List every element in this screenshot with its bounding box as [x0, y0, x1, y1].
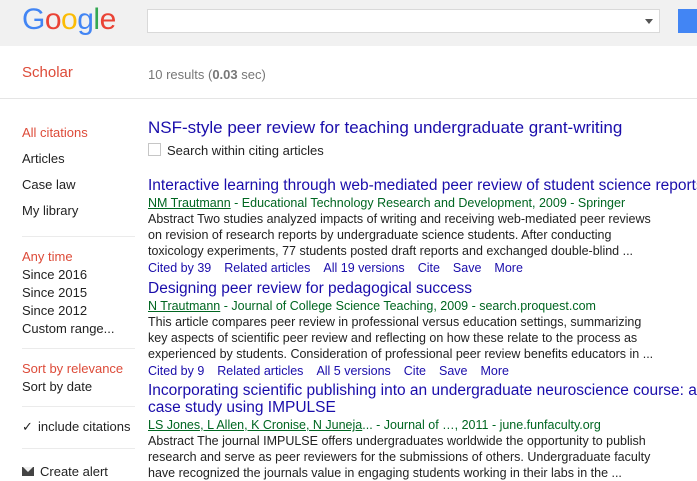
cited-article-title[interactable]: NSF-style peer review for teaching under… [148, 118, 622, 138]
result-snippet-line: on revision of research reports by under… [148, 228, 612, 242]
result-snippet-line: This article compares peer review in pro… [148, 315, 642, 329]
result-meta: N Trautmann - Journal of College Science… [148, 299, 596, 313]
top-bar: Google [0, 0, 697, 46]
result-title[interactable]: Interactive learning through web-mediate… [148, 177, 697, 194]
result-snippet-line: research and serve as peer reviewers for… [148, 450, 651, 464]
sidebar-item-custom-range[interactable]: Custom range... [22, 321, 115, 336]
sidebar-item-since-2012[interactable]: Since 2012 [22, 303, 87, 318]
include-citations-label: include citations [38, 419, 131, 434]
result-snippet-line: have recognized the journals value in en… [148, 466, 622, 480]
result-snippet-line: Abstract Two studies analyzed impacts of… [148, 212, 651, 226]
result-actions: Cited by 39 Related articles All 19 versio… [148, 260, 697, 276]
all-versions-link[interactable]: All 5 versions [316, 364, 390, 378]
result-item: Incorporating scientific publishing into… [148, 382, 697, 481]
envelope-icon [22, 467, 34, 476]
logo-letter: o [44, 3, 62, 36]
logo-letter: o [61, 3, 78, 36]
scholar-header: Scholar 10 results (0.03 sec) [0, 46, 697, 99]
sidebar-item-sort-relevance[interactable]: Sort by relevance [22, 361, 123, 376]
sidebar-divider [22, 448, 135, 449]
cited-by-link[interactable]: Cited by 39 [148, 261, 211, 275]
sidebar-divider [22, 406, 135, 407]
result-title[interactable]: Designing peer review for pedagogical su… [148, 280, 697, 297]
checkmark-icon: ✓ [22, 419, 33, 434]
search-input[interactable] [148, 10, 640, 32]
sidebar-item-since-2016[interactable]: Since 2016 [22, 267, 87, 282]
sidebar-item-my-library[interactable]: My library [22, 203, 78, 218]
scholar-label[interactable]: Scholar [22, 64, 73, 81]
cited-by-link[interactable]: Cited by 9 [148, 364, 204, 378]
search-within-checkbox[interactable]: Search within citing articles [148, 143, 324, 158]
result-snippet-line: experienced by students. Consideration o… [148, 347, 654, 361]
search-box[interactable] [147, 9, 660, 33]
result-meta: LS Jones, L Allen, K Cronise, N Juneja..… [148, 418, 601, 432]
logo-letter: G [22, 3, 45, 36]
sidebar-divider [22, 348, 135, 349]
sidebar-item-articles[interactable]: Articles [22, 151, 65, 166]
sidebar-divider [22, 236, 135, 237]
sidebar-item-since-2015[interactable]: Since 2015 [22, 285, 87, 300]
result-meta: NM Trautmann - Educational Technology Re… [148, 196, 626, 210]
result-snippet-line: toxicology experiments, 77 students post… [148, 244, 634, 258]
sidebar-item-any-time[interactable]: Any time [22, 249, 73, 264]
more-link[interactable]: More [481, 364, 509, 378]
result-snippet-line: key aspects of scientific peer review an… [148, 331, 638, 345]
save-link[interactable]: Save [439, 364, 468, 378]
result-title[interactable]: Incorporating scientific publishing into… [148, 382, 697, 399]
logo-letter: g [77, 3, 94, 36]
save-link[interactable]: Save [453, 261, 482, 275]
result-item: Designing peer review for pedagogical su… [148, 280, 697, 379]
search-within-label: Search within citing articles [167, 143, 324, 158]
checkbox-icon[interactable] [148, 143, 161, 156]
all-versions-link[interactable]: All 19 versions [323, 261, 404, 275]
author-link[interactable]: NM Trautmann [148, 196, 231, 210]
related-articles-link[interactable]: Related articles [217, 364, 303, 378]
result-title-continued[interactable]: case study using IMPULSE [148, 399, 697, 416]
author-link[interactable]: N Trautmann [148, 299, 220, 313]
search-button[interactable] [678, 9, 697, 33]
sidebar-item-sort-date[interactable]: Sort by date [22, 379, 92, 394]
result-item: Interactive learning through web-mediate… [148, 177, 697, 276]
results-count: 10 results (0.03 sec) [148, 67, 266, 82]
result-actions: Cited by 9 Related articles All 5 versions… [148, 363, 697, 379]
result-snippet-line: Abstract The journal IMPULSE offers unde… [148, 434, 646, 448]
cite-link[interactable]: Cite [418, 261, 440, 275]
google-logo[interactable]: Google [22, 2, 116, 38]
related-articles-link[interactable]: Related articles [224, 261, 310, 275]
dropdown-arrow-icon[interactable] [645, 19, 653, 24]
author-link[interactable]: LS Jones, L Allen, K Cronise, N Juneja [148, 418, 362, 432]
more-link[interactable]: More [494, 261, 522, 275]
logo-letter: e [99, 3, 117, 36]
sidebar-item-case-law[interactable]: Case law [22, 177, 75, 192]
include-citations-toggle[interactable]: ✓ include citations [22, 419, 131, 434]
cite-link[interactable]: Cite [404, 364, 426, 378]
sidebar-item-all-citations[interactable]: All citations [22, 125, 88, 140]
